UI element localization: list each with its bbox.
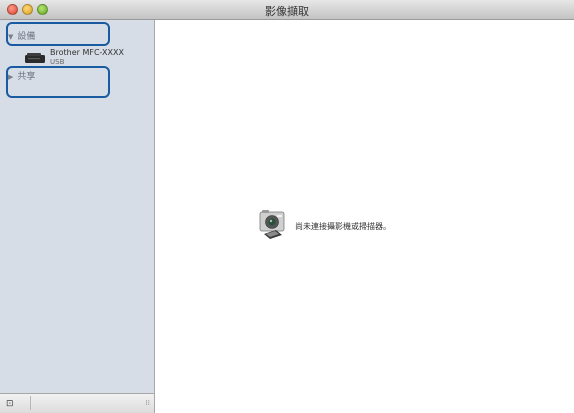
camera-icon bbox=[259, 210, 285, 239]
sidebar: ▼ 設備 Brother MFC-XXXX USB ▶ 共享 bbox=[0, 20, 155, 393]
sidebar-bottom-bar: ⊡ ⁞⁞ bbox=[0, 393, 155, 413]
printer-icon bbox=[25, 53, 45, 63]
title-bar[interactable]: 影像擷取 bbox=[0, 0, 574, 20]
device-connection: USB bbox=[50, 58, 65, 66]
main-content: 尚未連接攝影機或掃描器。 bbox=[155, 20, 574, 393]
window-title: 影像擷取 bbox=[265, 5, 309, 18]
device-info-button[interactable]: ⊡ bbox=[6, 399, 14, 409]
resize-grip-icon[interactable]: ⁞⁞ bbox=[146, 399, 150, 407]
no-camera-message: 尚未連接攝影機或掃描器。 bbox=[295, 222, 391, 231]
content-bottom-area bbox=[155, 393, 574, 413]
shared-highlight-callout bbox=[6, 66, 110, 98]
devices-highlight-callout bbox=[6, 22, 110, 46]
image-capture-window: 影像擷取 ▼設備 Brother MFC-XXXX USB ▶共享 ⊡ ⁞⁞ bbox=[0, 0, 574, 413]
bottom-bar-divider bbox=[30, 396, 31, 410]
device-name: Brother MFC-XXXX bbox=[50, 48, 124, 57]
